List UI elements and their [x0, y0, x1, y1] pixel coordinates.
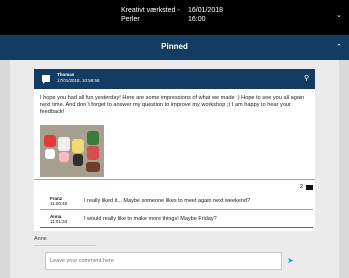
- post-header: Thomas 17/01/2018, 10:58:58 ⚲: [34, 69, 315, 89]
- post-text: I hope you had all fun yesterday! Here a…: [40, 95, 305, 115]
- post-timestamp: 17/01/2018, 10:58:58: [57, 78, 100, 83]
- comment-count: 2: [300, 184, 304, 190]
- composer-author: Anne: [34, 236, 47, 242]
- post-author: Thomas: [57, 72, 75, 77]
- comment-item: Franz 11:00:45 I really liked it... Mayb…: [40, 194, 313, 210]
- comment-icon: [306, 185, 313, 190]
- pinned-bar[interactable]: Pinned ⌃: [0, 35, 349, 60]
- comment-input[interactable]: [45, 252, 282, 270]
- chevron-down-icon[interactable]: ⌄: [336, 11, 342, 19]
- comment-text: I would really like to make more things!…: [84, 216, 217, 222]
- pinned-post-card: Thomas 17/01/2018, 10:58:58 ⚲ I hope you…: [34, 69, 315, 179]
- event-header: Kreativt værksted - Perler 16/01/2018 16…: [0, 0, 349, 35]
- event-datetime: 16/01/2018 16:00: [188, 6, 238, 24]
- event-time: 16:00: [188, 16, 206, 23]
- comment-item: Anna 11:01:34 I would really like to mak…: [40, 212, 313, 228]
- location-pin-icon[interactable]: ⚲: [304, 74, 309, 82]
- comment-section: 2 Franz 11:00:45 I really liked it... Ma…: [34, 179, 315, 231]
- event-title: Kreativt værksted - Perler: [121, 7, 180, 23]
- chevron-up-icon[interactable]: ⌃: [336, 43, 342, 51]
- event-date: 16/01/2018: [188, 7, 224, 14]
- comment-time: 11:00:45: [50, 201, 68, 206]
- comment-time: 11:01:34: [50, 219, 68, 224]
- divider: [34, 245, 96, 246]
- send-icon[interactable]: ➤: [287, 257, 294, 265]
- chat-bubble-icon: [42, 75, 50, 84]
- post-photo[interactable]: [40, 125, 104, 177]
- comment-text: I really liked it... Maybe someone likes…: [84, 198, 251, 204]
- pinned-label: Pinned: [161, 42, 188, 51]
